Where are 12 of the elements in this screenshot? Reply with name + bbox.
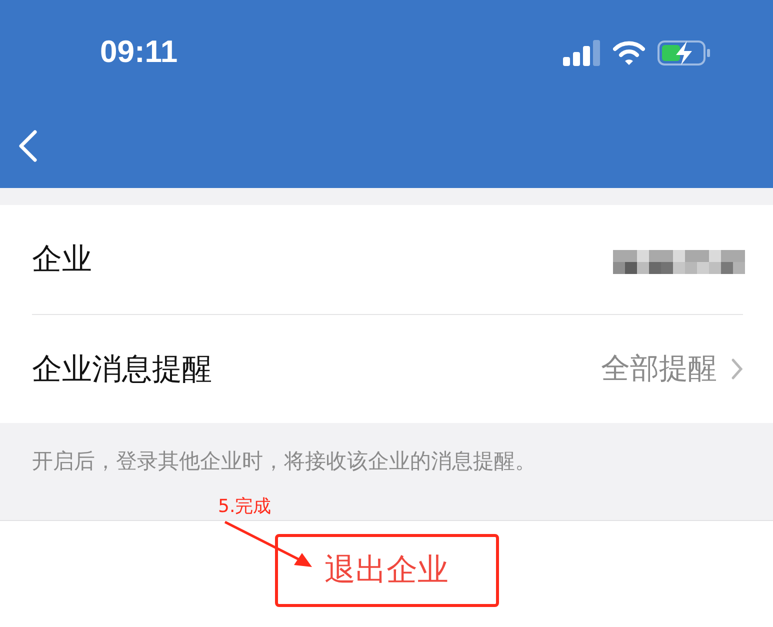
back-icon[interactable] (18, 130, 38, 162)
row-label: 企业 (32, 241, 92, 279)
battery-charging-icon (657, 40, 711, 66)
status-time: 09:11 (100, 33, 178, 72)
chevron-right-icon (731, 358, 743, 380)
wifi-icon (613, 40, 645, 64)
exit-company-button[interactable]: 退出企业 (274, 534, 498, 607)
signal-icon (563, 40, 601, 66)
row-value[interactable]: 全部提醒 (601, 347, 717, 391)
row-label: 企业消息提醒 (32, 350, 212, 388)
annotation-label: 5.完成 (218, 496, 272, 518)
hint-text: 开启后，登录其他企业时，将接收该企业的消息提醒。 (32, 449, 536, 473)
